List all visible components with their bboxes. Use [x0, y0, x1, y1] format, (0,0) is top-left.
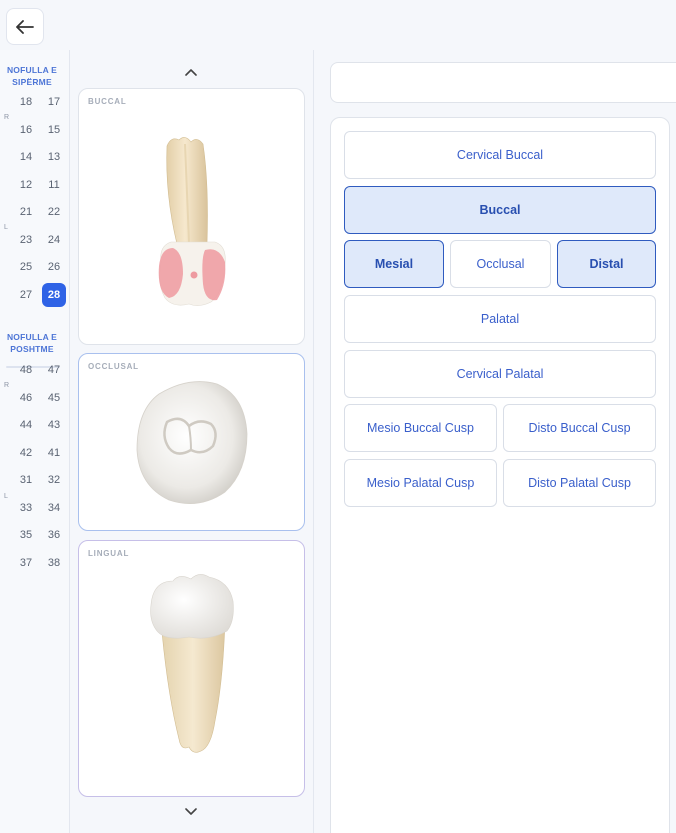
tooth-12-button[interactable]: 12	[14, 173, 38, 197]
upper-jaw-title: NOFULLA E SIPËRME	[6, 65, 58, 87]
lower-jaw-title: NOFULLA E POSHTME	[6, 332, 58, 354]
surface-mesio-buccal-cusp-button[interactable]: Mesio Buccal Cusp	[344, 404, 497, 452]
tooth-23-button[interactable]: 23	[14, 228, 38, 252]
tooth-14-button[interactable]: 14	[14, 145, 38, 169]
tooth-11-button[interactable]: 11	[42, 173, 66, 197]
tooth-row: 23 24	[14, 228, 66, 252]
surface-buccal-button[interactable]: Buccal	[344, 186, 656, 234]
surface-selection-panel: Cervical Buccal Buccal Mesial Occlusal D…	[330, 117, 670, 833]
tooth-46-button[interactable]: 46	[14, 386, 38, 410]
tooth-36-button[interactable]: 36	[42, 523, 66, 547]
surface-occlusal-button[interactable]: Occlusal	[450, 240, 551, 288]
tooth-44-button[interactable]: 44	[14, 413, 38, 437]
arrow-left-icon	[16, 19, 34, 34]
tooth-26-button[interactable]: 26	[42, 255, 66, 279]
tooth-22-button[interactable]: 22	[42, 200, 66, 224]
tooth-row: 46 45	[14, 386, 66, 410]
tooth-25-button[interactable]: 25	[14, 255, 38, 279]
tooth-28-button[interactable]: 28	[42, 282, 66, 307]
lingual-view-card[interactable]: LINGUAL	[78, 540, 305, 797]
tooth-21-button[interactable]: 21	[14, 200, 38, 224]
buccal-view-card[interactable]: BUCCAL	[78, 88, 305, 345]
surface-disto-buccal-cusp-button[interactable]: Disto Buccal Cusp	[503, 404, 656, 452]
tooth-16-button[interactable]: 16	[14, 118, 38, 142]
tooth-views-column: BUCCAL OCCLUSAL LINGUAL	[70, 50, 314, 833]
tooth-row: 14 13	[14, 145, 66, 169]
scroll-up-button[interactable]	[177, 62, 205, 82]
tooth-row: 37 38	[14, 551, 66, 575]
upper-left-side-label: L	[4, 224, 8, 231]
surface-distal-button[interactable]: Distal	[557, 240, 656, 288]
tooth-15-button[interactable]: 15	[42, 118, 66, 142]
occlusal-view-label: OCCLUSAL	[88, 362, 139, 371]
surface-mesio-palatal-cusp-button[interactable]: Mesio Palatal Cusp	[344, 459, 497, 507]
tooth-row: 27 28	[14, 282, 66, 307]
tooth-34-button[interactable]: 34	[42, 496, 66, 520]
tooth-row: 25 26	[14, 255, 66, 279]
tooth-42-button[interactable]: 42	[14, 441, 38, 465]
occlusal-view-card[interactable]: OCCLUSAL	[78, 353, 305, 531]
buccal-view-label: BUCCAL	[88, 97, 127, 106]
surface-cervical-palatal-button[interactable]: Cervical Palatal	[344, 350, 656, 398]
tooth-37-button[interactable]: 37	[14, 551, 38, 575]
scroll-down-button[interactable]	[177, 802, 205, 822]
tooth-18-button[interactable]: 18	[14, 90, 38, 114]
tooth-row: 44 43	[14, 413, 66, 437]
back-button[interactable]	[6, 8, 44, 45]
tooth-32-button[interactable]: 32	[42, 468, 66, 492]
lower-left-side-label: L	[4, 493, 8, 500]
tooth-33-button[interactable]: 33	[14, 496, 38, 520]
buccal-tooth-image	[158, 137, 226, 306]
occlusal-tooth-image	[136, 381, 248, 504]
tooth-38-button[interactable]: 38	[42, 551, 66, 575]
chevron-down-icon	[185, 808, 197, 815]
search-input[interactable]	[330, 62, 676, 103]
tooth-row: 48 47	[14, 358, 66, 382]
surface-mesial-button[interactable]: Mesial	[344, 240, 444, 288]
upper-right-side-label: R	[4, 114, 10, 121]
tooth-45-button[interactable]: 45	[42, 386, 66, 410]
tooth-47-button[interactable]: 47	[42, 358, 66, 382]
tooth-row: 12 11	[14, 173, 66, 197]
tooth-48-button[interactable]: 48	[14, 358, 38, 382]
surface-palatal-button[interactable]: Palatal	[344, 295, 656, 343]
lingual-tooth-image	[150, 574, 234, 753]
tooth-24-button[interactable]: 24	[42, 228, 66, 252]
tooth-row: 18 17	[14, 90, 66, 114]
surface-disto-palatal-cusp-button[interactable]: Disto Palatal Cusp	[503, 459, 656, 507]
tooth-43-button[interactable]: 43	[42, 413, 66, 437]
tooth-row: 42 41	[14, 441, 66, 465]
tooth-13-button[interactable]: 13	[42, 145, 66, 169]
tooth-35-button[interactable]: 35	[14, 523, 38, 547]
chevron-up-icon	[185, 69, 197, 76]
tooth-27-button[interactable]: 27	[14, 283, 38, 307]
lower-right-side-label: R	[4, 382, 10, 389]
lingual-view-label: LINGUAL	[88, 549, 130, 558]
tooth-row: 35 36	[14, 523, 66, 547]
tooth-31-button[interactable]: 31	[14, 468, 38, 492]
tooth-41-button[interactable]: 41	[42, 441, 66, 465]
surface-cervical-buccal-button[interactable]: Cervical Buccal	[344, 131, 656, 179]
tooth-row: 16 15	[14, 118, 66, 142]
tooth-17-button[interactable]: 17	[42, 90, 66, 114]
tooth-row: 31 32	[14, 468, 66, 492]
tooth-number-rail: NOFULLA E SIPËRME R L 18 17 16 15 14 13 12 11 21…	[0, 50, 70, 833]
tooth-row: 33 34	[14, 496, 66, 520]
tooth-row: 21 22	[14, 200, 66, 224]
